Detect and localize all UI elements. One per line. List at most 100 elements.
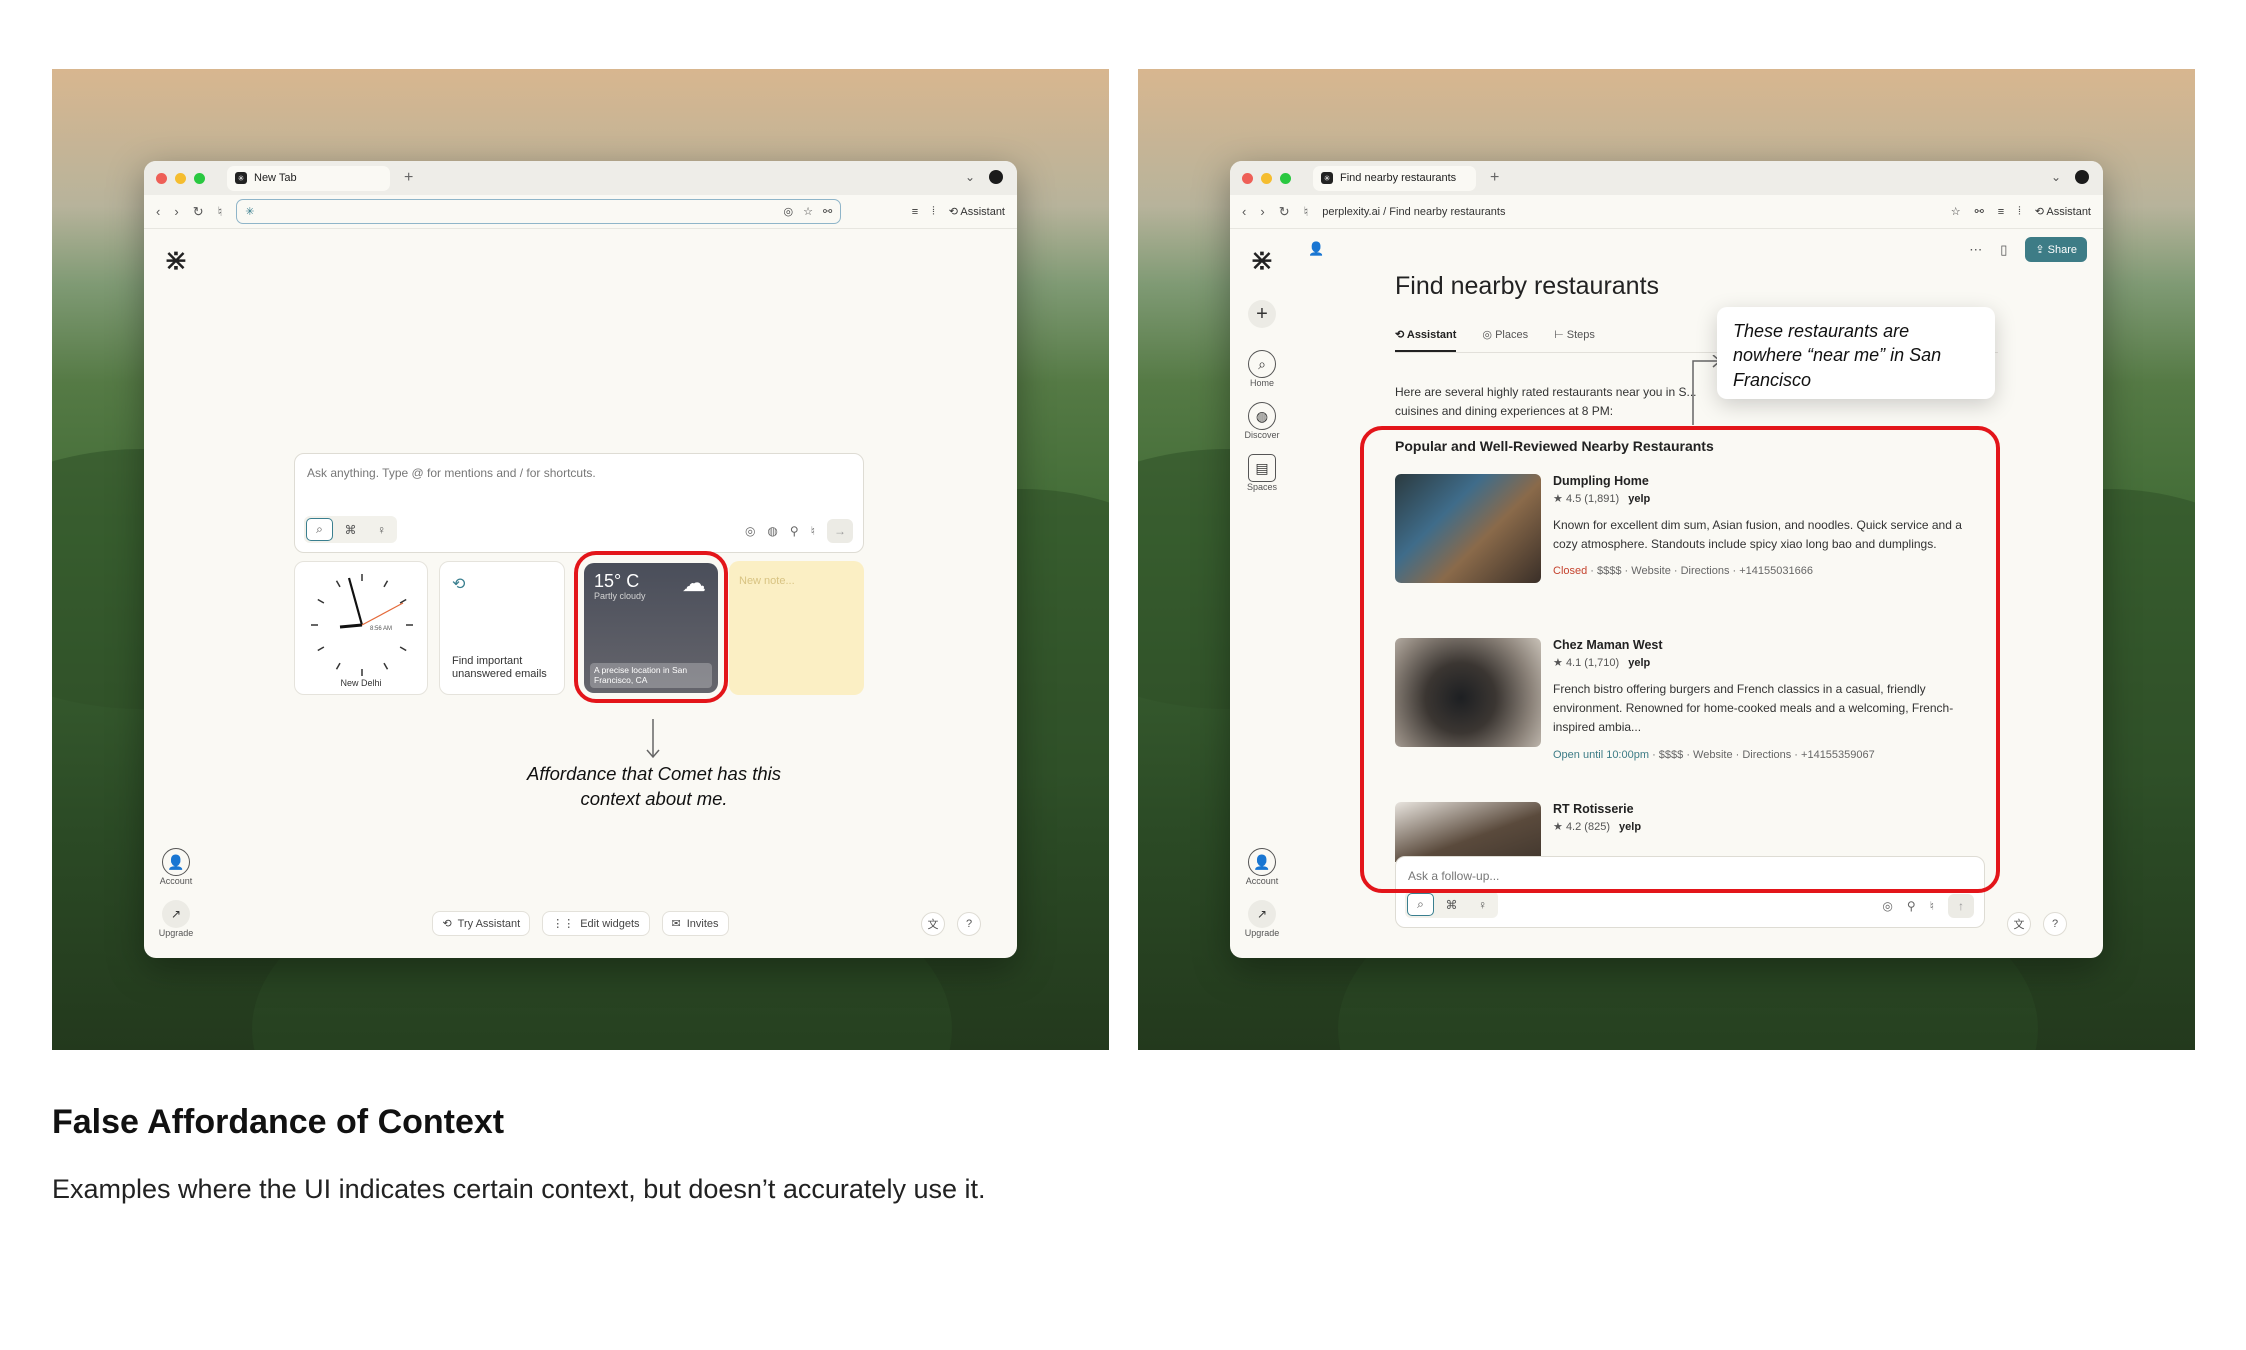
minimize-window-button[interactable] — [175, 172, 186, 184]
share-button[interactable]: ⇪ Share — [2025, 237, 2087, 262]
history-user-icon[interactable]: 👤 — [1308, 241, 1324, 257]
send-button[interactable]: ↑ — [1948, 894, 1974, 918]
research-mode-icon[interactable]: ⌘ — [1438, 893, 1465, 916]
profile-avatar[interactable] — [989, 170, 1003, 184]
mic-icon[interactable]: ♮ — [1930, 899, 1934, 913]
voice-icon[interactable]: ⦙ — [932, 205, 934, 218]
perplexity-favicon-icon: ✳ — [235, 172, 247, 184]
sidebar-item-spaces[interactable]: ▤ Spaces — [1247, 454, 1277, 492]
highlight-box — [1360, 426, 2000, 893]
target-icon[interactable]: ◎ — [784, 205, 794, 218]
tab-places[interactable]: ◎ Places — [1482, 328, 1528, 352]
close-window-button[interactable] — [156, 172, 167, 184]
svg-text:8:56 AM: 8:56 AM — [370, 626, 392, 632]
help-icon[interactable]: ? — [957, 912, 981, 936]
focus-icon[interactable]: ◎ — [745, 524, 755, 538]
search-mode-icon[interactable]: ⌕ — [306, 518, 333, 541]
perplexity-logo-icon[interactable]: ⋇ — [1249, 243, 1274, 278]
home-search-icon: ⌕ — [1248, 350, 1276, 378]
star-icon[interactable]: ☆ — [1951, 205, 1961, 218]
ask-input[interactable]: Ask anything. Type @ for mentions and / … — [294, 453, 864, 553]
invites-button[interactable]: ✉ Invites — [661, 911, 729, 936]
translate-icon[interactable]: 文 — [2007, 912, 2031, 936]
globe-icon[interactable]: ◍ — [767, 524, 777, 538]
sidebar-item-account[interactable]: 👤 Account — [1246, 848, 1278, 886]
tab-assistant[interactable]: ⟲ Assistant — [1395, 328, 1457, 352]
note-widget[interactable]: New note... — [729, 561, 864, 695]
assistant-button[interactable]: ⟲ Assistant — [949, 205, 1005, 218]
close-window-button[interactable] — [1242, 172, 1253, 184]
account-icon: 👤 — [1248, 848, 1276, 876]
sidebar: ⋇ 👤 Account ↗ Upgrade — [144, 229, 208, 958]
more-icon[interactable]: ⋯ — [1969, 242, 1982, 258]
forward-icon[interactable]: › — [174, 204, 178, 219]
annotation-text: Affordance that Comet has this context a… — [527, 763, 781, 809]
sidebar-item-upgrade[interactable]: ↗ Upgrade — [1245, 900, 1279, 938]
page-title: Find nearby restaurants — [1395, 272, 1660, 300]
maximize-window-button[interactable] — [194, 172, 205, 184]
send-button[interactable]: → — [827, 519, 853, 543]
email-widget-label: Find important unanswered emails — [452, 654, 547, 681]
try-assistant-button[interactable]: ⟲ Try Assistant — [432, 911, 531, 936]
assistant-button[interactable]: ⟲ Assistant — [2035, 205, 2091, 218]
clock-widget[interactable]: 8:56 AM New Delhi — [294, 561, 428, 695]
sidebar-item-account[interactable]: 👤 Account — [160, 848, 192, 886]
perplexity-logo-icon: ✳ — [245, 206, 255, 218]
mic-icon[interactable]: ♮ — [1304, 204, 1309, 220]
menu-icon[interactable]: ≡ — [912, 206, 918, 218]
forward-icon[interactable]: › — [1260, 204, 1264, 219]
plus-icon: + — [1248, 300, 1276, 328]
tab-steps[interactable]: ⊢ Steps — [1554, 328, 1595, 352]
email-widget[interactable]: ⟲ Find important unanswered emails — [439, 561, 565, 695]
edit-widgets-button[interactable]: ⋮⋮ Edit widgets — [542, 911, 650, 936]
back-icon[interactable]: ‹ — [156, 204, 160, 219]
analog-clock-icon: 8:56 AM — [309, 572, 415, 678]
ask-placeholder: Ask anything. Type @ for mentions and / … — [307, 466, 596, 480]
translate-icon[interactable]: 文 — [921, 912, 945, 936]
back-icon[interactable]: ‹ — [1242, 204, 1246, 219]
annotation-callout: These restaurants are nowhere “near me” … — [1717, 307, 1995, 399]
research-mode-icon[interactable]: ⌘ — [337, 518, 364, 541]
right-screenshot-panel: ✳ Find nearby restaurants + ⌄ ‹ › ↻ ♮ pe… — [1138, 69, 2195, 1050]
maximize-window-button[interactable] — [1280, 172, 1291, 184]
mic-icon[interactable]: ♮ — [218, 204, 223, 220]
perplexity-logo-icon[interactable]: ⋇ — [163, 243, 188, 278]
address-bar-row: ‹ › ↻ ♮ ✳ ◎ ☆ ⚯ ≡ ⦙ ⟲ Assistant — [144, 195, 1017, 229]
reload-icon[interactable]: ↻ — [193, 204, 204, 220]
arrow-down-icon — [646, 719, 660, 759]
sidebar-item-home[interactable]: ⌕ Home — [1248, 350, 1276, 388]
tab-new-tab[interactable]: ✳ New Tab — [227, 165, 390, 191]
help-icon[interactable]: ? — [2043, 912, 2067, 936]
tab-title: New Tab — [254, 172, 297, 184]
lightbulb-icon[interactable]: ♀ — [1469, 893, 1496, 916]
new-tab-plus-icon[interactable]: + — [1490, 169, 1499, 187]
chevron-down-icon[interactable]: ⌄ — [965, 170, 975, 184]
search-mode-icon[interactable]: ⌕ — [1407, 893, 1434, 916]
result-tabs: ⟲ Assistant ◎ Places ⊢ Steps — [1395, 328, 1595, 352]
voice-icon[interactable]: ⦙ — [2018, 205, 2020, 218]
browser-window: ✳ Find nearby restaurants + ⌄ ‹ › ↻ ♮ pe… — [1230, 161, 2103, 958]
lightbulb-icon[interactable]: ♀ — [368, 518, 395, 541]
menu-icon[interactable]: ≡ — [1998, 206, 2004, 218]
attach-icon[interactable]: ⚲ — [1907, 899, 1916, 913]
tab-bar: ✳ Find nearby restaurants + ⌄ — [1230, 161, 2103, 195]
profile-avatar[interactable] — [2075, 170, 2089, 184]
bookmark-icon[interactable]: ▯ — [2000, 242, 2007, 258]
new-tab-plus-icon[interactable]: + — [404, 169, 413, 187]
link-icon[interactable]: ⚯ — [1975, 205, 1984, 218]
attach-icon[interactable]: ⚲ — [790, 524, 799, 538]
minimize-window-button[interactable] — [1261, 172, 1272, 184]
chevron-down-icon[interactable]: ⌄ — [2051, 170, 2061, 184]
mic-icon[interactable]: ♮ — [811, 524, 815, 538]
account-icon: 👤 — [162, 848, 190, 876]
reload-icon[interactable]: ↻ — [1279, 204, 1290, 220]
focus-icon[interactable]: ◎ — [1882, 899, 1892, 913]
sidebar-item-discover[interactable]: ◍ Discover — [1244, 402, 1280, 440]
link-icon[interactable]: ⚯ — [823, 205, 832, 218]
star-icon[interactable]: ☆ — [803, 205, 813, 218]
tab-title: Find nearby restaurants — [1340, 172, 1457, 184]
tab-find-nearby-restaurants[interactable]: ✳ Find nearby restaurants — [1313, 165, 1476, 191]
new-thread-button[interactable]: + — [1248, 300, 1276, 328]
url-input[interactable]: ✳ ◎ ☆ ⚯ — [236, 199, 842, 224]
url-text[interactable]: perplexity.ai / Find nearby restaurants — [1322, 206, 1505, 218]
